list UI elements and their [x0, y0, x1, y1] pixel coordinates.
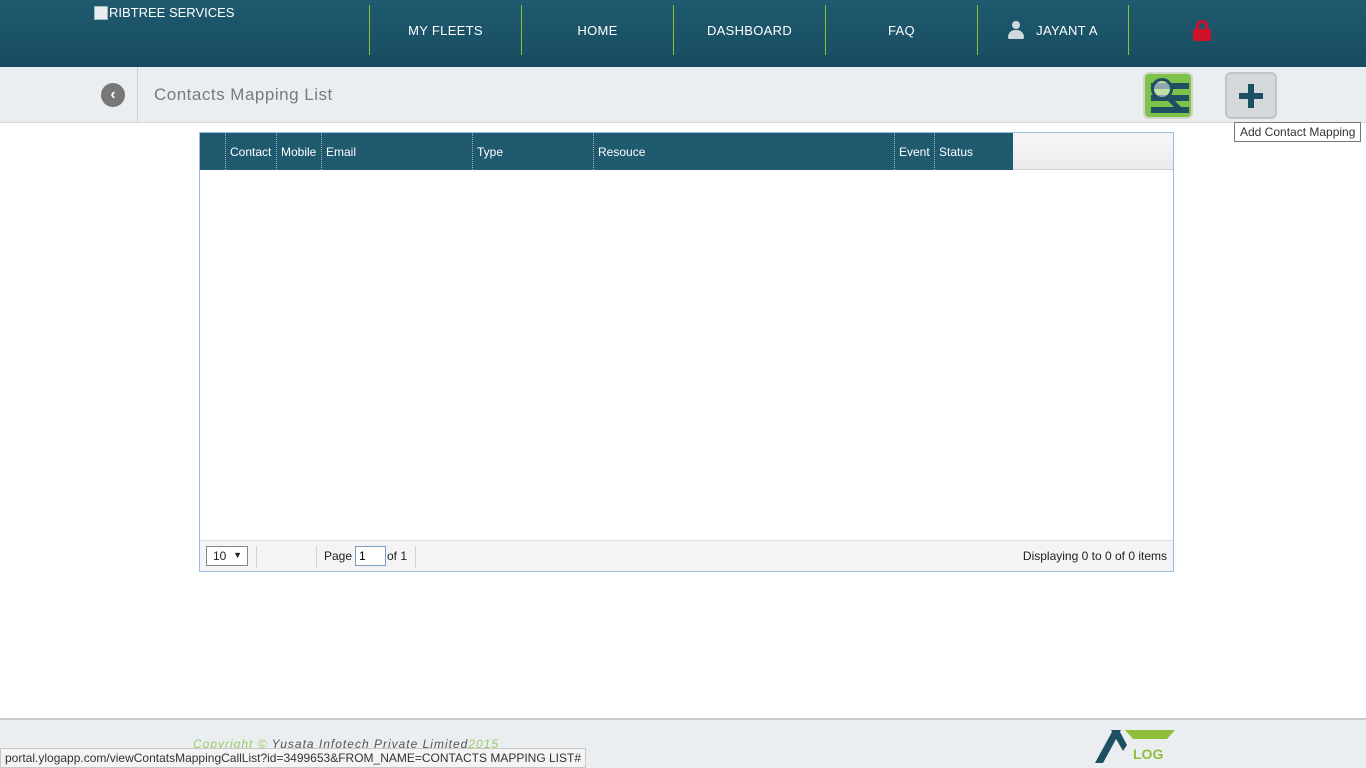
page-label: Page [324, 549, 353, 563]
grid-pager: 10 ▼ Page of 1 Displaying 0 to 0 of 0 it… [200, 540, 1173, 571]
broken-image-icon [94, 5, 108, 20]
column-header-resource[interactable]: Resouce [594, 133, 895, 170]
search-list-button[interactable] [1143, 72, 1193, 119]
column-header-select[interactable] [200, 133, 226, 170]
column-header-email[interactable]: Email [322, 133, 473, 170]
add-button-tooltip: Add Contact Mapping [1234, 122, 1362, 142]
search-icon [1151, 78, 1173, 100]
brand-logo-alt-text: RIBTREE SERVICES [109, 5, 235, 20]
lock-icon[interactable] [1192, 20, 1212, 42]
pager-divider [415, 546, 416, 568]
page-number-input[interactable] [355, 546, 386, 566]
chevron-left-icon[interactable]: ‹ [101, 83, 125, 107]
display-count: Displaying 0 to 0 of 0 items [1022, 549, 1167, 563]
column-header-mobile[interactable]: Mobile [277, 133, 322, 170]
grid-header: Contact Mobile Email Type Resouce Event … [200, 133, 1173, 170]
contacts-mapping-grid: Contact Mobile Email Type Resouce Event … [199, 132, 1174, 572]
user-name: JAYANT A [1036, 22, 1098, 38]
top-navbar: RIBTREE SERVICES MY FLEETS HOME DASHBOAR… [0, 0, 1366, 67]
pager-divider [316, 546, 317, 568]
user-icon [1008, 21, 1025, 39]
column-header-status[interactable]: Status [935, 133, 1013, 170]
nav-home[interactable]: HOME [521, 5, 673, 55]
main-nav: MY FLEETS HOME DASHBOARD FAQ JAYANT A [369, 5, 1129, 55]
page-size-select[interactable]: 10 ▼ [206, 546, 248, 566]
pager-divider [256, 546, 257, 568]
chevron-down-icon: ▼ [233, 550, 242, 560]
ylog-logo-text: LOG [1133, 746, 1163, 762]
ylog-logo: LOG [1095, 730, 1175, 763]
page-total: of 1 [387, 549, 408, 563]
nav-dashboard[interactable]: DASHBOARD [673, 5, 825, 55]
nav-faq[interactable]: FAQ [825, 5, 977, 55]
column-header-type[interactable]: Type [473, 133, 594, 170]
column-header-event[interactable]: Event [895, 133, 935, 170]
nav-my-fleets[interactable]: MY FLEETS [369, 5, 521, 55]
page-header: ‹ Contacts Mapping List [0, 67, 1366, 123]
page-title: Contacts Mapping List [154, 85, 333, 104]
brand-logo[interactable]: RIBTREE SERVICES [94, 5, 234, 20]
status-bar-url: portal.ylogapp.com/viewContatsMappingCal… [0, 748, 587, 768]
header-divider [137, 67, 138, 123]
column-header-contact[interactable]: Contact [226, 133, 277, 170]
add-contact-mapping-button[interactable] [1225, 72, 1277, 119]
nav-user-profile[interactable]: JAYANT A [977, 5, 1129, 55]
page-size-value: 10 [213, 549, 227, 563]
